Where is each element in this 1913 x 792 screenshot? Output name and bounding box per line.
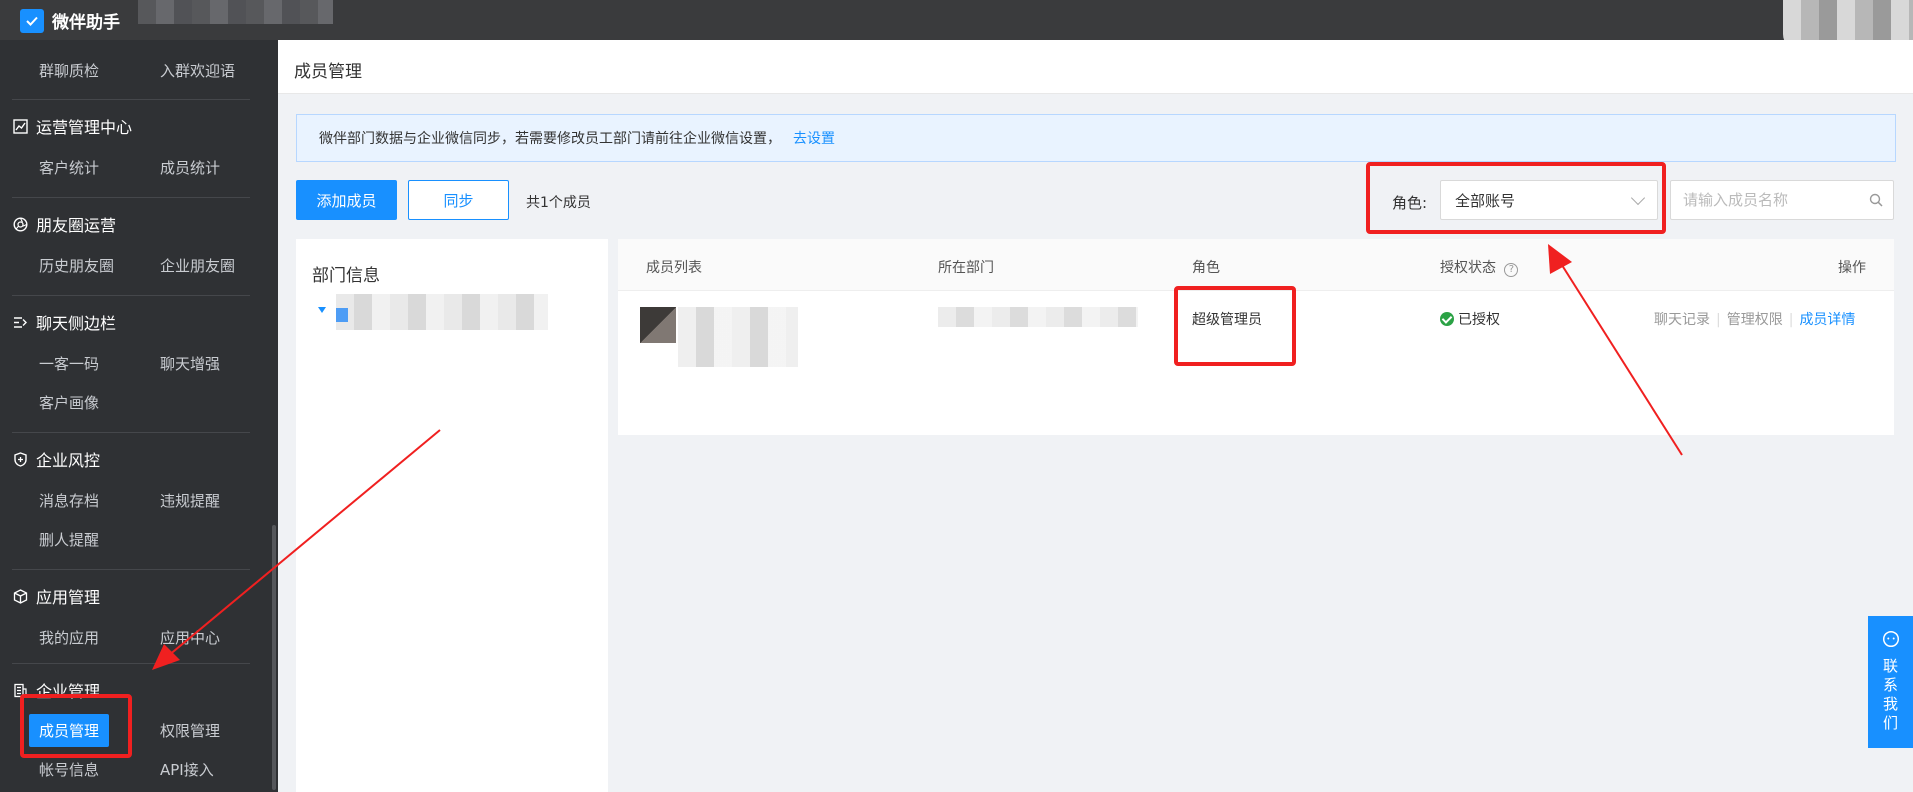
member-table: 成员列表 所在部门 角色 授权状态 ? 操作 超级管理员 已授权 聊天记录 | 管理… (618, 239, 1894, 435)
avatar (640, 307, 676, 343)
sidebar-scrollbar[interactable] (272, 525, 276, 790)
sidebar-item-customer-stats[interactable]: 客户统计 (39, 157, 99, 178)
role-filter-label: 角色: (1392, 194, 1428, 212)
sidebar-item-member-stats[interactable]: 成员统计 (160, 157, 220, 178)
sidebar-item-violation-alert[interactable]: 违规提醒 (160, 490, 220, 511)
role-select[interactable]: 全部账号 (1440, 180, 1658, 220)
col-members: 成员列表 (646, 260, 702, 276)
table-row: 超级管理员 已授权 聊天记录 | 管理权限 | 成员详情 (618, 291, 1894, 391)
sidebar-group-moments: 朋友圈运营 (12, 212, 116, 236)
blurred-org-name (138, 0, 333, 24)
sidebar-item-chat-enhance[interactable]: 聊天增强 (160, 353, 220, 374)
sidebar-item-message-archive[interactable]: 消息存档 (39, 490, 99, 511)
sidebar-item-api-access[interactable]: API接入 (160, 759, 214, 780)
search-icon[interactable] (1869, 193, 1883, 211)
top-bar: 微伴助手 (0, 0, 1913, 52)
app-logo[interactable]: 微伴助手 (20, 8, 120, 33)
row-actions: 聊天记录 | 管理权限 | 成员详情 (1654, 312, 1856, 328)
sync-button[interactable]: 同步 (408, 180, 509, 220)
sidebar: 群聊质检 入群欢迎语 运营管理中心 客户统计 成员统计 朋友圈运营 历史朋友圈 … (0, 40, 278, 792)
page-header: 成员管理 (278, 40, 1913, 94)
sidebar-item-app-center[interactable]: 应用中心 (160, 627, 220, 648)
auth-status: 已授权 (1440, 309, 1500, 329)
logo-check-icon (20, 8, 44, 33)
sidebar-group-app-management: 应用管理 (12, 584, 100, 608)
add-member-button[interactable]: 添加成员 (296, 180, 397, 220)
department-panel: 部门信息 (296, 239, 608, 792)
sidebar-item-deletion-alert[interactable]: 删人提醒 (39, 529, 99, 550)
sidebar-divider (12, 663, 250, 664)
page-title: 成员管理 (294, 62, 362, 82)
sidebar-item-welcome-msg[interactable]: 入群欢迎语 (160, 60, 235, 81)
chevron-down-icon (1630, 190, 1646, 206)
table-header: 成员列表 所在部门 角色 授权状态 ? 操作 (618, 239, 1894, 291)
col-auth-status: 授权状态 ? (1440, 257, 1519, 277)
sidebar-item-group-quality[interactable]: 群聊质检 (39, 60, 99, 81)
check-circle-icon (1440, 312, 1454, 326)
member-search[interactable] (1670, 180, 1894, 220)
sidebar-item-my-apps[interactable]: 我的应用 (39, 627, 99, 648)
blurred-member-department (938, 307, 1138, 327)
blurred-member-name (678, 307, 798, 367)
sidebar-item-member-management[interactable]: 成员管理 (29, 714, 110, 747)
chat-records-link[interactable]: 聊天记录 (1654, 312, 1710, 328)
chat-bubble-icon (1882, 630, 1900, 653)
member-search-input[interactable] (1683, 181, 1863, 219)
sidebar-item-one-code[interactable]: 一客一码 (39, 353, 99, 374)
sidebar-arrow-icon (12, 314, 28, 330)
contact-us-button[interactable]: 联 系 我 们 (1868, 616, 1913, 748)
blurred-department-node[interactable] (336, 294, 548, 330)
member-count: 共1个成员 (526, 195, 591, 211)
role-select-value: 全部账号 (1455, 191, 1516, 210)
col-actions: 操作 (1838, 260, 1866, 276)
member-details-link[interactable]: 成员详情 (1799, 312, 1855, 328)
member-role: 超级管理员 (1192, 312, 1262, 328)
sidebar-item-customer-profile[interactable]: 客户画像 (39, 392, 99, 413)
cube-icon (12, 588, 28, 604)
manage-permission-link[interactable]: 管理权限 (1727, 312, 1783, 328)
building-icon (12, 682, 28, 698)
col-role: 角色 (1192, 260, 1220, 276)
sidebar-group-risk-control: 企业风控 (12, 447, 100, 471)
aperture-icon (12, 216, 28, 232)
sidebar-group-operations: 运营管理中心 (12, 114, 132, 138)
sidebar-divider (12, 197, 250, 198)
help-icon[interactable]: ? (1504, 263, 1519, 277)
col-department: 所在部门 (938, 260, 994, 276)
chart-icon (12, 118, 28, 134)
shield-icon (12, 451, 28, 467)
notice-text: 微伴部门数据与企业微信同步，若需要修改员工部门请前往企业微信设置， (319, 131, 781, 147)
sidebar-divider (12, 432, 250, 433)
app-name: 微伴助手 (52, 13, 120, 33)
sidebar-item-account-info[interactable]: 帐号信息 (39, 759, 99, 780)
tree-expand-icon[interactable] (318, 307, 326, 313)
sync-notice: 微伴部门数据与企业微信同步，若需要修改员工部门请前往企业微信设置， 去设置 (296, 114, 1896, 162)
go-settings-link[interactable]: 去设置 (793, 128, 835, 148)
sidebar-item-moments-history[interactable]: 历史朋友圈 (39, 255, 114, 276)
sidebar-divider (12, 569, 250, 570)
main-content: 成员管理 微伴部门数据与企业微信同步，若需要修改员工部门请前往企业微信设置， 去… (278, 40, 1913, 792)
department-panel-title: 部门信息 (312, 266, 380, 286)
sidebar-group-chat-sidebar: 聊天侧边栏 (12, 310, 116, 334)
sidebar-group-enterprise-management: 企业管理 (12, 678, 100, 702)
sidebar-item-permission-management[interactable]: 权限管理 (160, 720, 220, 741)
sidebar-divider (12, 295, 250, 296)
sidebar-divider (12, 99, 250, 100)
sidebar-item-enterprise-moments[interactable]: 企业朋友圈 (160, 255, 235, 276)
